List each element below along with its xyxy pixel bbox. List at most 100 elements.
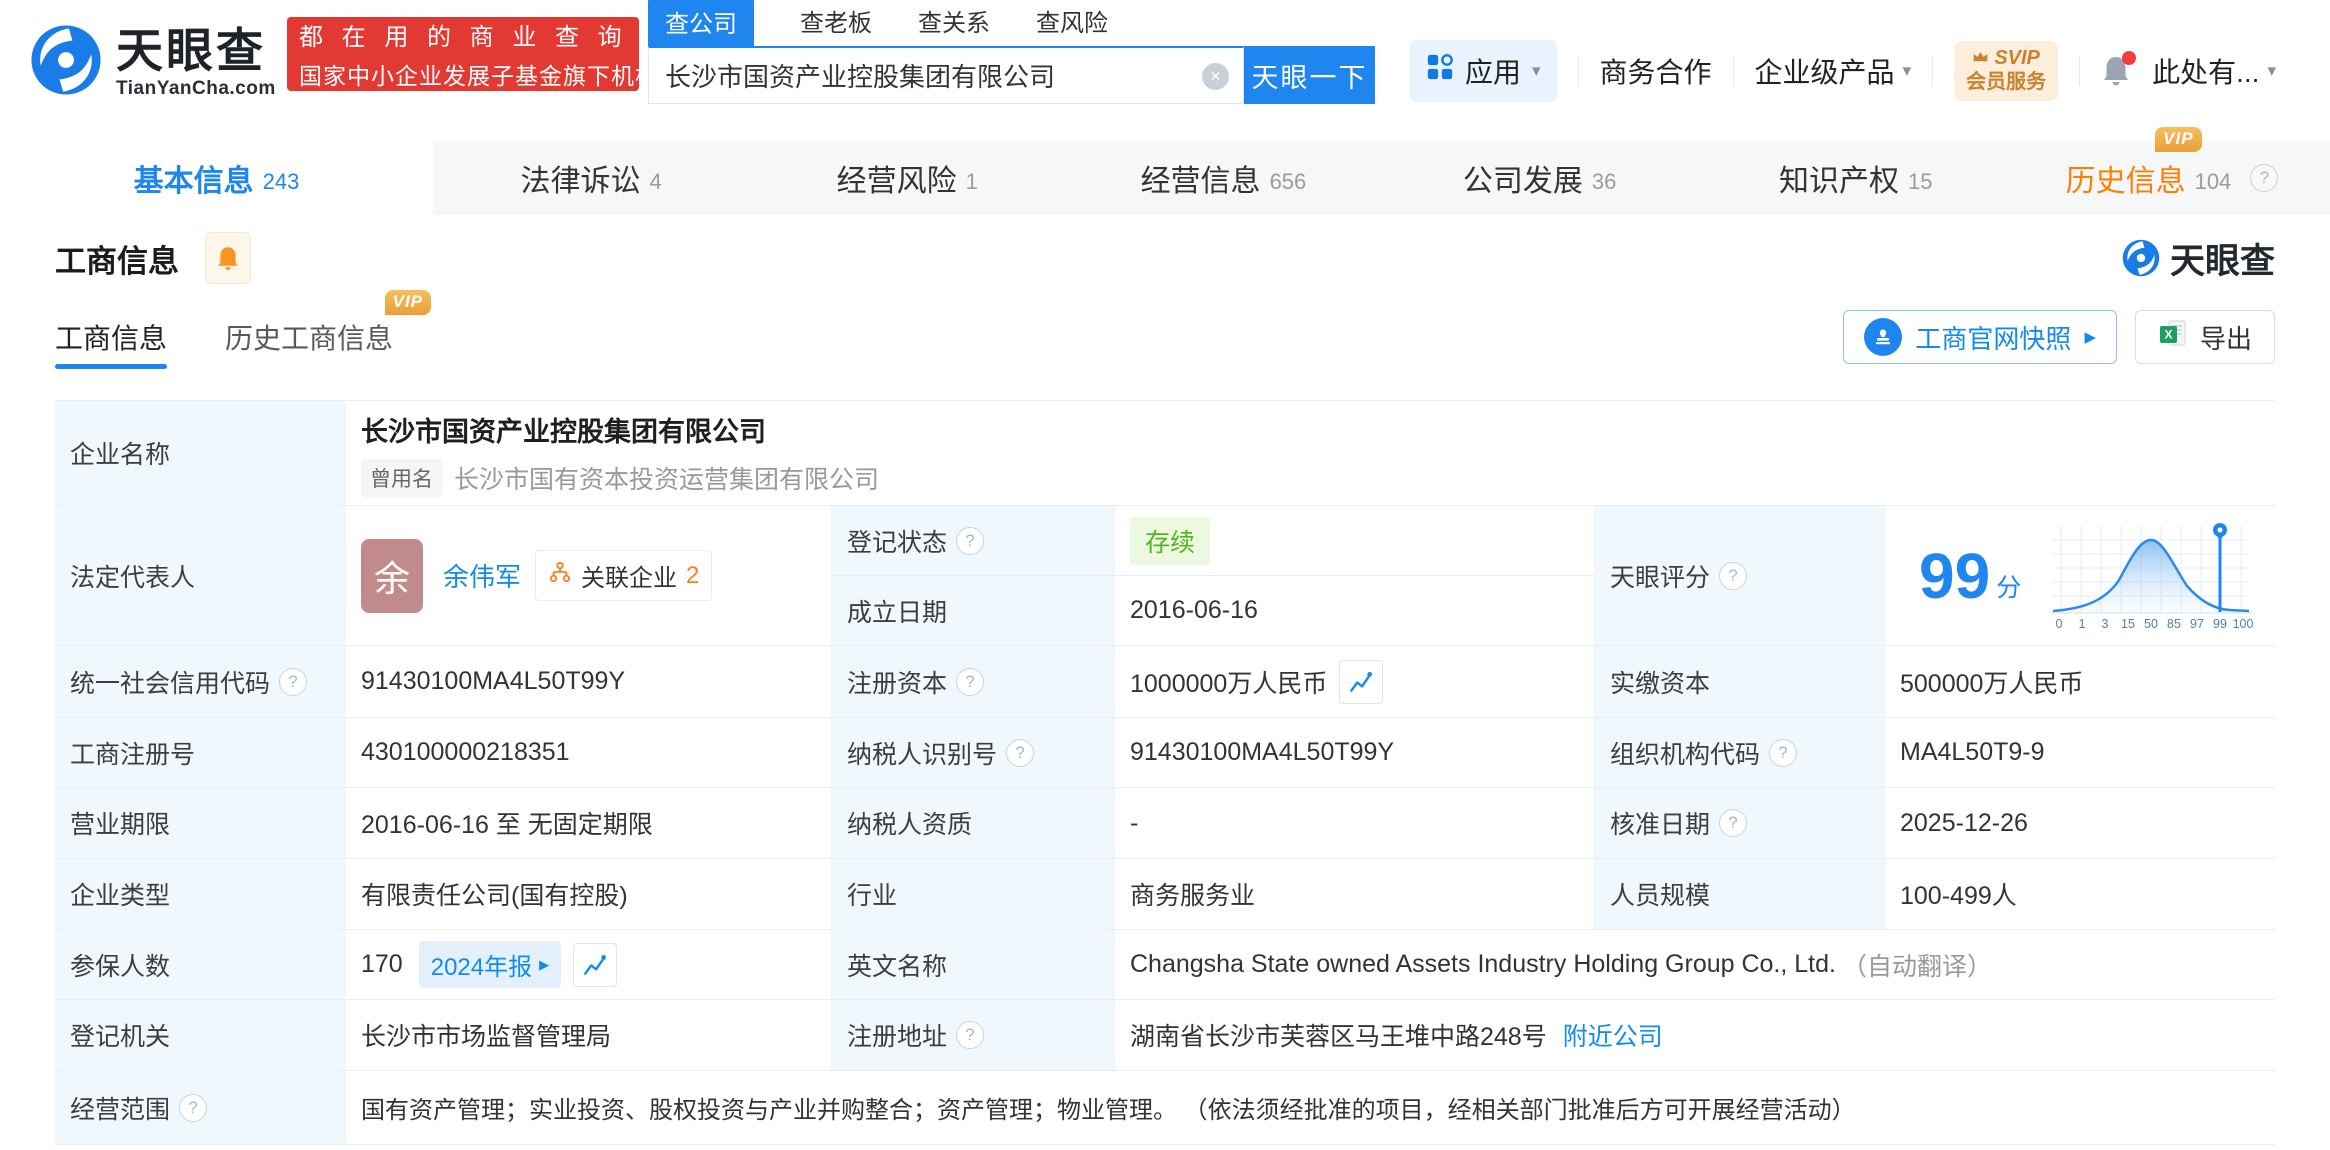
value-registered-address: 湖南省长沙市芙蓉区马王堆中路248号 附近公司 [1115,1000,2275,1071]
tab-basic-info[interactable]: 基本信息 243 [0,141,433,215]
svg-text:50: 50 [2144,617,2158,631]
org-chart-icon [548,560,572,591]
svg-text:3: 3 [2102,617,2109,631]
former-name-row: 曾用名 长沙市国有资本投资运营集团有限公司 [361,459,879,497]
search-input[interactable] [649,48,1243,103]
former-name-badge: 曾用名 [361,459,442,497]
tab-count: 656 [1270,169,1307,195]
tab-label: 法律诉讼 [520,156,640,200]
nearby-companies-link[interactable]: 附近公司 [1563,1017,1663,1053]
credit-code-label: 统一社会信用代码 [70,664,270,700]
arrow-right-icon: ▶ [2084,328,2096,346]
help-icon[interactable]: ? [179,1094,207,1122]
label-company-type: 企业类型 [55,859,346,930]
capital-trend-button[interactable] [1339,660,1383,704]
search-tab-relation[interactable]: 查关系 [918,3,990,46]
tab-legal-proceedings[interactable]: 法律诉讼 4 [433,141,749,215]
label-credit-code: 统一社会信用代码 ? [55,646,346,718]
help-icon[interactable]: ? [279,668,307,696]
account-menu[interactable]: 此处有... ▾ [2152,51,2276,91]
svip-label-top: SVIP [1994,47,2040,70]
monitor-bell-button[interactable] [205,232,251,284]
export-label: 导出 [2200,319,2252,356]
value-legal-representative: 余 余伟军 关联企业 2 [346,506,832,646]
subtab-history-business-info[interactable]: 历史工商信息 VIP [225,317,393,357]
header: 天眼查 TianYanCha.com 都 在 用 的 商 业 查 询 工 具 国… [0,0,2330,141]
help-icon[interactable]: ? [1719,809,1747,837]
search-button[interactable]: 天眼一下 [1244,46,1375,104]
label-registration-authority: 登记机关 [55,1000,346,1071]
apps-grid-icon [1426,53,1454,88]
search-tab-company[interactable]: 查公司 [648,0,754,46]
help-icon[interactable]: ? [1006,739,1034,767]
export-button[interactable]: X 导出 [2135,310,2275,364]
notification-dot [2122,51,2136,65]
help-icon[interactable]: ? [1769,739,1797,767]
svg-text:97: 97 [2190,617,2204,631]
enterprise-products-menu[interactable]: 企业级产品 ▾ [1755,51,1912,91]
tab-history-info[interactable]: 历史信息 VIP 104 ? [2014,141,2330,215]
value-business-scope: 国有资产管理；实业投资、股权投资与产业并购整合；资产管理；物业管理。 （依法须经… [346,1071,2275,1145]
subtab-business-info[interactable]: 工商信息 [55,301,167,373]
tab-operation-risk[interactable]: 经营风险 1 [749,141,1065,215]
help-icon[interactable]: ? [1719,562,1747,590]
chevron-down-icon: ▾ [1903,61,1912,81]
vip-badge: VIP [385,290,431,315]
official-snapshot-button[interactable]: 工商官网快照 ▶ [1843,310,2117,364]
label-english-name: 英文名称 [832,930,1115,1000]
search-tab-boss[interactable]: 查老板 [800,3,872,46]
tab-company-development[interactable]: 公司发展 36 [1382,141,1698,215]
subtab-row: 工商信息 历史工商信息 VIP 工商官网快照 ▶ X 导出 [0,301,2330,373]
tab-intellectual-property[interactable]: 知识产权 15 [1698,141,2014,215]
avatar[interactable]: 余 [361,539,423,613]
svg-text:100: 100 [2233,617,2254,631]
label-company-name: 企业名称 [55,401,346,506]
value-company-type: 有限责任公司(国有控股) [346,859,832,930]
trend-chart-icon [582,952,608,978]
tab-operation-info[interactable]: 经营信息 656 [1065,141,1381,215]
clear-input-icon[interactable]: × [1202,63,1229,90]
notification-bell-icon[interactable] [2101,55,2131,87]
svip-label-bottom: 会员服务 [1966,71,2046,93]
apps-menu[interactable]: 应用 ▾ [1410,40,1557,102]
help-icon[interactable]: ? [956,1021,984,1049]
label-insured-count: 参保人数 [55,930,346,1000]
label-tianyan-score: 天眼评分 ? [1595,506,1885,646]
slogan-line-2: 国家中小企业发展子基金旗下机构 [299,57,627,91]
related-companies-badge[interactable]: 关联企业 2 [535,550,712,601]
registered-capital-label: 注册资本 [847,664,947,700]
help-icon[interactable]: ? [2250,164,2278,192]
label-staff-size: 人员规模 [1595,859,1885,930]
tianyancha-logo[interactable]: 天眼查 TianYanCha.com [30,24,276,101]
auto-translate-note: （自动翻译） [1842,947,1992,983]
search-tab-risk[interactable]: 查风险 [1036,3,1108,46]
brand-name: 天眼查 [116,25,276,77]
legal-rep-name-link[interactable]: 余伟军 [443,557,521,594]
subtab-history-label: 历史工商信息 [225,323,393,354]
chevron-down-icon: ▾ [1532,61,1541,81]
related-companies-label: 关联企业 [581,558,677,593]
chevron-down-icon: ▾ [2267,61,2276,81]
tab-label: 知识产权 [1779,156,1899,200]
former-name: 长沙市国有资本投资运营集团有限公司 [454,460,879,496]
business-cooperation-link[interactable]: 商务合作 [1600,51,1712,91]
tab-label: 基本信息 [134,156,254,200]
divider [2079,56,2080,86]
arrow-right-icon: ▶ [539,957,549,973]
tianyan-score-label: 天眼评分 [1610,558,1710,594]
label-registered-capital: 注册资本 ? [832,646,1115,718]
insured-trend-button[interactable] [573,943,617,987]
vip-badge: VIP [2155,127,2201,152]
annual-report-badge[interactable]: 2024年报 ▶ [419,941,561,988]
value-credit-code: 91430100MA4L50T99Y [346,646,832,718]
label-industry: 行业 [832,859,1115,930]
svip-member-button[interactable]: SVIP 会员服务 [1954,41,2058,101]
value-tianyan-score: 99 分 0 1 3 [1885,506,2275,646]
crown-icon [1972,47,1989,70]
registered-address: 湖南省长沙市芙蓉区马王堆中路248号 [1130,1017,1547,1053]
subtab-actions: 工商官网快照 ▶ X 导出 [1843,310,2275,364]
help-icon[interactable]: ? [956,527,984,555]
svg-text:15: 15 [2121,617,2135,631]
help-icon[interactable]: ? [956,668,984,696]
tab-count: 36 [1592,169,1616,195]
